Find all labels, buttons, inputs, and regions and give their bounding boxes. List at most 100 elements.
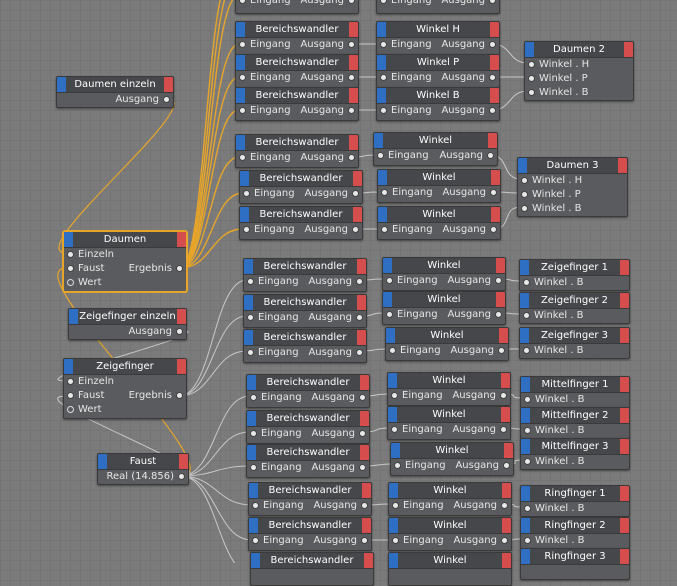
bereichswandler-node[interactable]: Bereichswandler Eingang Ausgang bbox=[243, 294, 367, 328]
output-port[interactable] bbox=[489, 0, 496, 4]
winkel-node[interactable]: Winkel Eingang Ausgang bbox=[385, 327, 509, 361]
input-port[interactable] bbox=[380, 107, 387, 114]
input-tab[interactable] bbox=[520, 260, 529, 275]
mittelfinger-2-node[interactable]: Mittelfinger 2 Winkel . B bbox=[520, 407, 630, 439]
output-port[interactable] bbox=[495, 277, 502, 284]
input-tab[interactable] bbox=[236, 135, 245, 150]
daumen-3-node[interactable]: Daumen 3 Winkel . H Winkel . P Winkel . … bbox=[517, 157, 628, 217]
output-port[interactable] bbox=[489, 74, 496, 81]
output-tab[interactable] bbox=[349, 22, 358, 37]
input-port[interactable] bbox=[521, 205, 528, 212]
input-port[interactable] bbox=[521, 191, 528, 198]
output-tab[interactable] bbox=[353, 171, 362, 186]
input-tab[interactable] bbox=[249, 483, 258, 498]
output-tab[interactable] bbox=[620, 293, 629, 308]
input-tab[interactable] bbox=[389, 518, 398, 533]
output-tab[interactable] bbox=[620, 486, 629, 501]
input-port[interactable] bbox=[386, 277, 393, 284]
zeigefinger-2-node[interactable]: Zeigefinger 2 Winkel . B bbox=[519, 292, 630, 324]
output-tab[interactable] bbox=[357, 295, 366, 310]
input-port[interactable] bbox=[381, 189, 388, 196]
output-tab[interactable] bbox=[502, 518, 511, 533]
input-port[interactable] bbox=[524, 505, 531, 512]
output-tab[interactable] bbox=[362, 483, 371, 498]
winkel-node[interactable]: Eingang Ausgang bbox=[376, 0, 500, 14]
output-port[interactable] bbox=[500, 392, 507, 399]
input-port[interactable] bbox=[394, 462, 401, 469]
output-port[interactable] bbox=[501, 537, 508, 544]
input-port[interactable] bbox=[377, 152, 384, 159]
input-port[interactable] bbox=[67, 251, 74, 258]
winkel-p-node[interactable]: Winkel P Eingang Ausgang bbox=[376, 54, 500, 88]
zeigefinger-node[interactable]: Zeigefinger Einzeln Faust Ergebnis Wert bbox=[63, 358, 187, 419]
input-tab[interactable] bbox=[374, 133, 383, 148]
output-port[interactable] bbox=[495, 311, 502, 318]
input-port[interactable] bbox=[392, 537, 399, 544]
ringfinger-3-node[interactable]: Ringfinger 3 bbox=[520, 548, 630, 580]
input-port[interactable] bbox=[247, 349, 254, 356]
input-port[interactable] bbox=[380, 41, 387, 48]
output-port[interactable] bbox=[500, 426, 507, 433]
output-tab[interactable] bbox=[620, 377, 629, 392]
input-port[interactable] bbox=[67, 265, 74, 272]
output-port[interactable] bbox=[490, 226, 497, 233]
input-tab[interactable] bbox=[383, 258, 392, 273]
output-tab[interactable] bbox=[360, 411, 369, 426]
input-tab[interactable] bbox=[389, 483, 398, 498]
bereichswandler-node[interactable]: Bereichswandler Eingang Ausgang bbox=[235, 134, 359, 168]
input-port[interactable] bbox=[239, 0, 246, 4]
input-tab[interactable] bbox=[388, 373, 397, 388]
input-tab[interactable] bbox=[391, 443, 400, 458]
output-tab[interactable] bbox=[620, 328, 629, 343]
input-tab[interactable] bbox=[236, 55, 245, 70]
input-port[interactable] bbox=[252, 537, 259, 544]
output-tab[interactable] bbox=[488, 133, 497, 148]
faust-node[interactable]: Faust Real (14.856) bbox=[97, 453, 189, 485]
output-tab[interactable] bbox=[164, 77, 173, 92]
input-tab[interactable] bbox=[520, 293, 529, 308]
bereichswandler-node[interactable]: Bereichswandler Eingang Ausgang bbox=[243, 329, 367, 363]
output-port[interactable] bbox=[352, 226, 359, 233]
bereichswandler-node[interactable]: Bereichswandler Eingang Ausgang bbox=[235, 21, 359, 55]
input-port[interactable] bbox=[239, 74, 246, 81]
input-port[interactable] bbox=[381, 226, 388, 233]
input-port[interactable] bbox=[243, 190, 250, 197]
input-port[interactable] bbox=[380, 0, 387, 4]
zeigefinger-1-node[interactable]: Zeigefinger 1 Winkel . B bbox=[519, 259, 630, 291]
output-port[interactable] bbox=[489, 107, 496, 114]
input-tab[interactable] bbox=[521, 439, 530, 454]
output-port[interactable] bbox=[498, 347, 505, 354]
output-port[interactable] bbox=[178, 473, 185, 480]
input-port[interactable] bbox=[67, 279, 74, 286]
output-tab[interactable] bbox=[624, 42, 633, 57]
bereichswandler-node[interactable]: Bereichswandler Eingang Ausgang bbox=[248, 517, 372, 551]
output-tab[interactable] bbox=[179, 454, 188, 469]
input-port[interactable] bbox=[524, 537, 531, 544]
input-tab[interactable] bbox=[247, 445, 256, 460]
input-tab[interactable] bbox=[521, 486, 530, 501]
output-port[interactable] bbox=[503, 462, 510, 469]
input-tab[interactable] bbox=[377, 55, 386, 70]
input-port[interactable] bbox=[524, 458, 531, 465]
input-port[interactable] bbox=[380, 74, 387, 81]
winkel-node[interactable]: Winkel Eingang Ausgang bbox=[387, 406, 511, 440]
output-port[interactable] bbox=[348, 107, 355, 114]
mittelfinger-1-node[interactable]: Mittelfinger 1 Winkel . B bbox=[520, 376, 630, 408]
input-tab[interactable] bbox=[377, 88, 386, 103]
bereichswandler-node[interactable]: Bereichswandler Eingang Ausgang bbox=[246, 444, 370, 478]
bereichswandler-node[interactable]: Bereichswandler Eingang Ausgang bbox=[246, 410, 370, 444]
ringfinger-1-node[interactable]: Ringfinger 1 Winkel . B bbox=[520, 485, 630, 517]
output-port[interactable] bbox=[348, 0, 355, 4]
daumen-node[interactable]: Daumen Einzeln Faust Ergebnis Wert bbox=[63, 231, 187, 292]
output-port[interactable] bbox=[487, 152, 494, 159]
input-tab[interactable] bbox=[69, 309, 78, 324]
winkel-node[interactable]: Winkel Eingang Ausgang bbox=[373, 132, 498, 166]
input-tab[interactable] bbox=[521, 377, 530, 392]
output-tab[interactable] bbox=[620, 260, 629, 275]
output-tab[interactable] bbox=[620, 518, 629, 533]
output-tab[interactable] bbox=[360, 445, 369, 460]
input-port[interactable] bbox=[386, 311, 393, 318]
output-tab[interactable] bbox=[360, 375, 369, 390]
input-tab[interactable] bbox=[98, 454, 107, 469]
input-tab[interactable] bbox=[521, 549, 530, 564]
